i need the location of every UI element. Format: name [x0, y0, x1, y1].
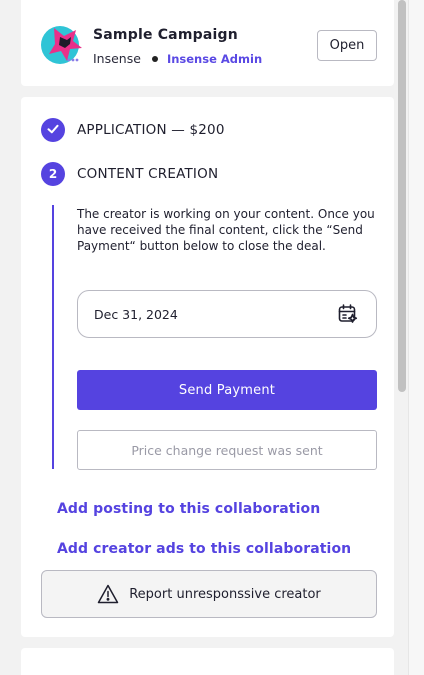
next-card	[21, 648, 394, 675]
report-creator-label: Report unresponssive creator	[129, 586, 321, 602]
add-creator-ads-link[interactable]: Add creator ads to this collaboration	[57, 541, 351, 557]
campaign-logo-icon	[40, 24, 84, 64]
deadline-date-value: Dec 31, 2024	[94, 306, 178, 322]
warning-icon	[97, 583, 119, 605]
brand-name: Insense	[93, 51, 141, 66]
campaign-brand-row: Insense Insense Admin	[93, 51, 262, 66]
content-creation-description: The creator is working on your content. …	[77, 207, 375, 253]
price-change-request-button: Price change request was sent	[77, 430, 377, 470]
open-campaign-button[interactable]: Open	[317, 30, 377, 61]
add-posting-link[interactable]: Add posting to this collaboration	[57, 501, 320, 517]
step-complete-badge	[41, 118, 65, 142]
step-application-label: APPLICATION — $200	[77, 122, 225, 138]
send-payment-button[interactable]: Send Payment	[77, 370, 377, 410]
page-viewport: Sample Campaign Insense Insense Admin Op…	[0, 0, 408, 675]
campaign-header-card: Sample Campaign Insense Insense Admin Op…	[21, 0, 394, 86]
admin-name-link[interactable]: Insense Admin	[167, 52, 262, 66]
step-content-creation-label: CONTENT CREATION	[77, 166, 219, 182]
report-creator-button[interactable]: Report unresponssive creator	[41, 570, 377, 618]
step-number-badge: 2	[41, 162, 65, 186]
deadline-date-field[interactable]: Dec 31, 2024	[77, 290, 377, 338]
collaboration-steps-card: APPLICATION — $200 2 CONTENT CREATION Th…	[21, 97, 394, 637]
calendar-icon[interactable]	[336, 302, 360, 326]
timeline-line	[52, 205, 54, 469]
separator-dot	[151, 55, 158, 62]
scrollbar-thumb[interactable]	[398, 0, 406, 392]
campaign-title: Sample Campaign	[93, 27, 238, 43]
scrollbar-track[interactable]	[408, 0, 424, 675]
check-icon	[46, 122, 60, 139]
